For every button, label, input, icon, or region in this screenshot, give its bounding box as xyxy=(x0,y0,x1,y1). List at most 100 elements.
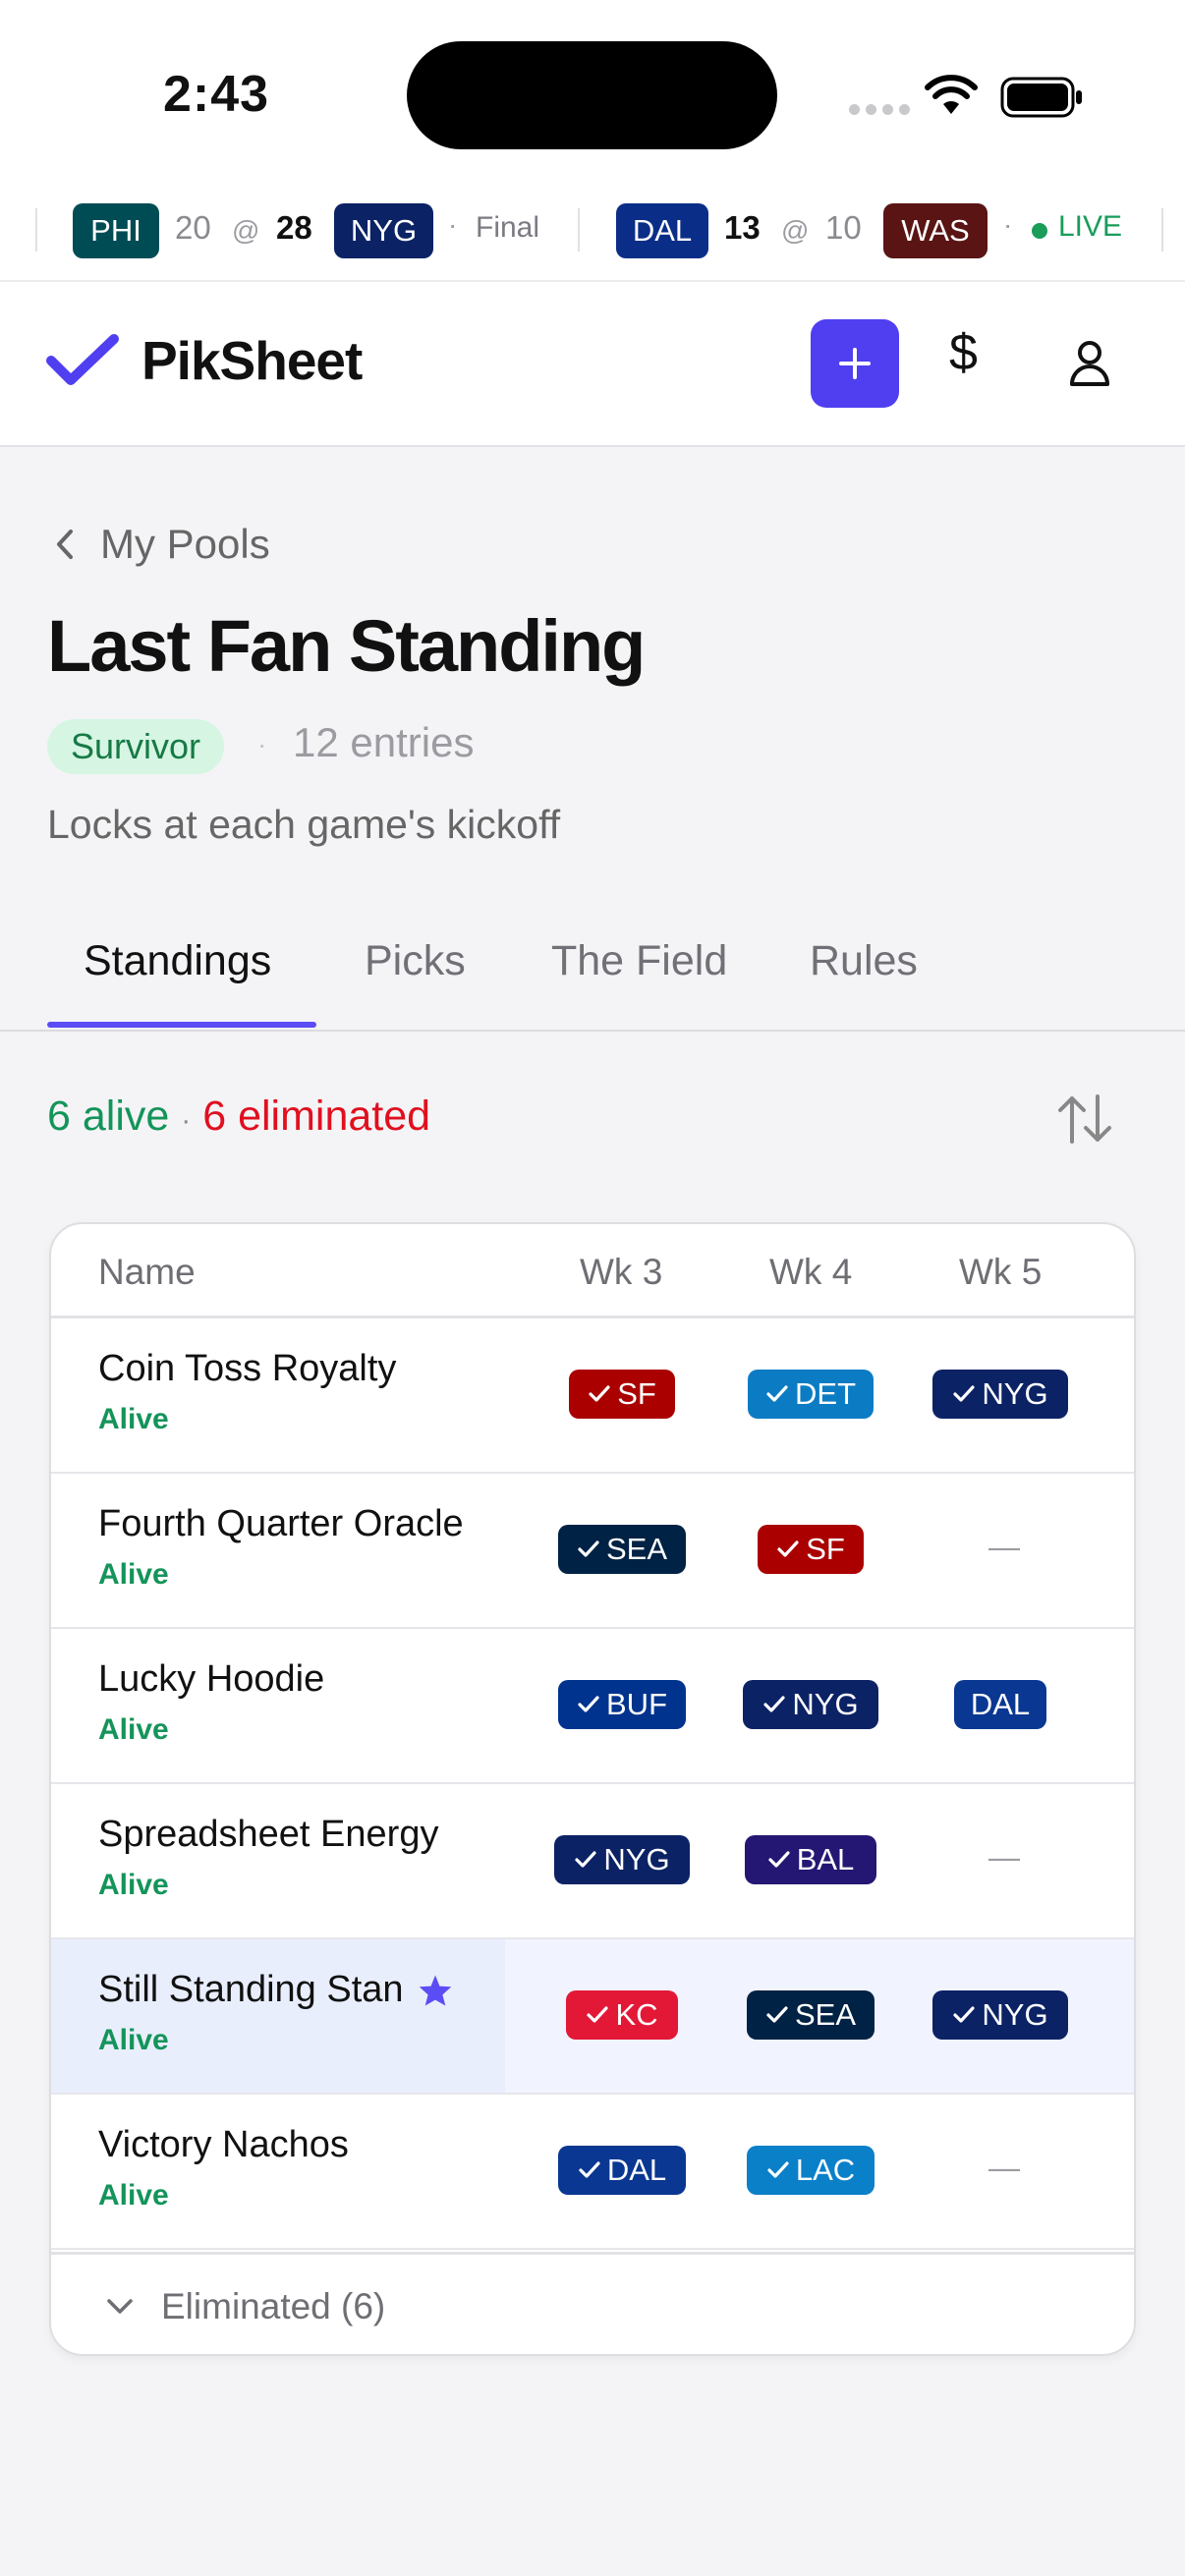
lock-rule-text: Locks at each game's kickoff xyxy=(47,802,561,847)
ticker-team-badge: DAL xyxy=(616,203,708,258)
pick-team: SF xyxy=(617,1376,656,1411)
ticker-score: 10 xyxy=(825,209,862,246)
ticker-divider xyxy=(1161,208,1163,252)
table-row[interactable]: Lucky Hoodie Alive BUF NYG DAL xyxy=(51,1629,1134,1784)
check-icon xyxy=(766,1385,788,1402)
pick-badge[interactable]: SF xyxy=(569,1370,675,1419)
check-icon xyxy=(767,2161,789,2178)
tab-rules[interactable]: Rules xyxy=(810,937,918,985)
player-name: Coin Toss Royalty xyxy=(98,1348,396,1390)
column-header-wk4[interactable]: Wk 4 xyxy=(769,1252,852,1293)
player-status: Alive xyxy=(98,2024,169,2056)
ticker-at: @ xyxy=(232,215,260,246)
pick-team: NYG xyxy=(982,1376,1048,1411)
ticker-dot: · xyxy=(448,209,458,240)
name-cell: Fourth Quarter Oracle Alive xyxy=(51,1474,505,1627)
player-status: Alive xyxy=(98,1558,169,1591)
pick-team: SEA xyxy=(605,1532,668,1566)
name-cell: Lucky Hoodie Alive xyxy=(51,1629,505,1782)
wifi-icon xyxy=(925,75,978,114)
table-header: Name Wk 3 Wk 4 Wk 5 xyxy=(51,1224,1134,1318)
payments-button[interactable]: $ xyxy=(949,323,978,382)
sort-icon[interactable] xyxy=(1054,1091,1115,1148)
name-cell: Spreadsheet Energy Alive xyxy=(51,1784,505,1937)
player-name-text: Fourth Quarter Oracle xyxy=(98,1503,464,1544)
ticker-score: 20 xyxy=(175,209,211,246)
check-icon xyxy=(589,1385,610,1402)
ticker-dot: · xyxy=(1003,209,1013,240)
check-icon xyxy=(763,1696,786,1712)
pick-team: DAL xyxy=(970,1687,1031,1721)
pick-badge[interactable]: NYG xyxy=(932,1370,1068,1419)
ticker-team-badge: NYG xyxy=(334,203,433,258)
pick-badge[interactable]: LAC xyxy=(747,2146,875,2195)
player-name: Victory Nachos xyxy=(98,2124,349,2166)
check-icon xyxy=(953,2006,976,2023)
player-status: Alive xyxy=(98,1713,169,1746)
chevron-down-icon xyxy=(107,2298,133,2314)
pick-team: DAL xyxy=(606,2153,667,2187)
check-icon xyxy=(575,1851,597,1868)
pick-badge[interactable]: SEA xyxy=(747,1990,875,2040)
column-header-name[interactable]: Name xyxy=(98,1252,196,1293)
brand-name[interactable]: PikSheet xyxy=(141,329,363,392)
column-header-wk5[interactable]: Wk 5 xyxy=(959,1252,1042,1293)
add-button[interactable] xyxy=(811,319,899,408)
pick-team: NYG xyxy=(603,1842,670,1876)
check-icon xyxy=(953,1385,976,1402)
ticker-score: 28 xyxy=(276,209,312,246)
ticker-team-badge: PHI xyxy=(73,203,159,258)
pick-badge[interactable]: NYG xyxy=(932,1990,1068,2040)
column-header-wk3[interactable]: Wk 3 xyxy=(580,1252,662,1293)
tab-bar: Standings Picks The Field Rules xyxy=(0,924,1185,1032)
no-pick: — xyxy=(988,1839,1020,1875)
active-tab-indicator xyxy=(47,1022,316,1028)
standings-table: Name Wk 3 Wk 4 Wk 5 Coin Toss Royalty Ali… xyxy=(49,1222,1136,2356)
eliminated-toggle[interactable]: Eliminated (6) xyxy=(51,2252,1134,2354)
name-cell: Still Standing Stan Alive xyxy=(51,1939,505,2093)
back-link[interactable]: My Pools xyxy=(55,521,270,568)
table-row[interactable]: Victory Nachos Alive DAL LAC — xyxy=(51,2095,1134,2250)
table-row[interactable]: Still Standing Stan Alive KC SEA NYG xyxy=(51,1939,1134,2095)
plus-icon xyxy=(839,348,871,379)
player-status: Alive xyxy=(98,2179,169,2212)
eliminated-toggle-label: Eliminated (6) xyxy=(161,2285,386,2326)
player-name-text: Lucky Hoodie xyxy=(98,1658,325,1700)
pick-badge[interactable]: NYG xyxy=(743,1680,878,1729)
pick-badge[interactable]: NYG xyxy=(554,1835,690,1884)
pick-badge[interactable]: KC xyxy=(566,1990,678,2040)
pick-badge[interactable]: BAL xyxy=(745,1835,876,1884)
ticker-status-live: LIVE xyxy=(1058,210,1123,243)
chevron-left-icon xyxy=(57,530,73,559)
check-icon xyxy=(578,1540,599,1557)
user-icon[interactable] xyxy=(1068,339,1111,388)
star-icon xyxy=(419,1974,451,2006)
table-row[interactable]: Fourth Quarter Oracle Alive SEA SF — xyxy=(51,1474,1134,1629)
alive-count: 6 alive xyxy=(47,1092,170,1140)
pick-badge[interactable]: DAL xyxy=(954,1680,1046,1729)
pick-badge[interactable]: SF xyxy=(758,1525,864,1574)
check-icon xyxy=(579,2161,600,2178)
status-time: 2:43 xyxy=(163,66,270,123)
pick-badge[interactable]: DET xyxy=(748,1370,874,1419)
table-row[interactable]: Spreadsheet Energy Alive NYG BAL — xyxy=(51,1784,1134,1939)
tab-picks[interactable]: Picks xyxy=(365,937,466,985)
pick-team: SF xyxy=(806,1532,845,1566)
player-name: Still Standing Stan xyxy=(98,1969,453,2011)
pick-team: LAC xyxy=(795,2153,856,2187)
pick-badge[interactable]: SEA xyxy=(558,1525,686,1574)
pick-badge[interactable]: BUF xyxy=(558,1680,686,1729)
table-row[interactable]: Coin Toss Royalty Alive SF DET NYG xyxy=(51,1318,1134,1474)
pick-team: BAL xyxy=(796,1842,855,1876)
entries-count: 12 entries xyxy=(293,719,475,765)
back-link-label: My Pools xyxy=(100,521,270,567)
logo-check-icon xyxy=(46,334,119,385)
pick-badge[interactable]: DAL xyxy=(558,2146,686,2195)
tab-the-field[interactable]: The Field xyxy=(551,937,727,985)
pick-team: DET xyxy=(795,1376,856,1411)
ticker-divider xyxy=(35,208,37,252)
tab-standings[interactable]: Standings xyxy=(84,937,271,985)
no-pick: — xyxy=(988,2150,1020,2185)
check-icon xyxy=(578,1696,599,1712)
name-cell: Victory Nachos Alive xyxy=(51,2095,505,2248)
